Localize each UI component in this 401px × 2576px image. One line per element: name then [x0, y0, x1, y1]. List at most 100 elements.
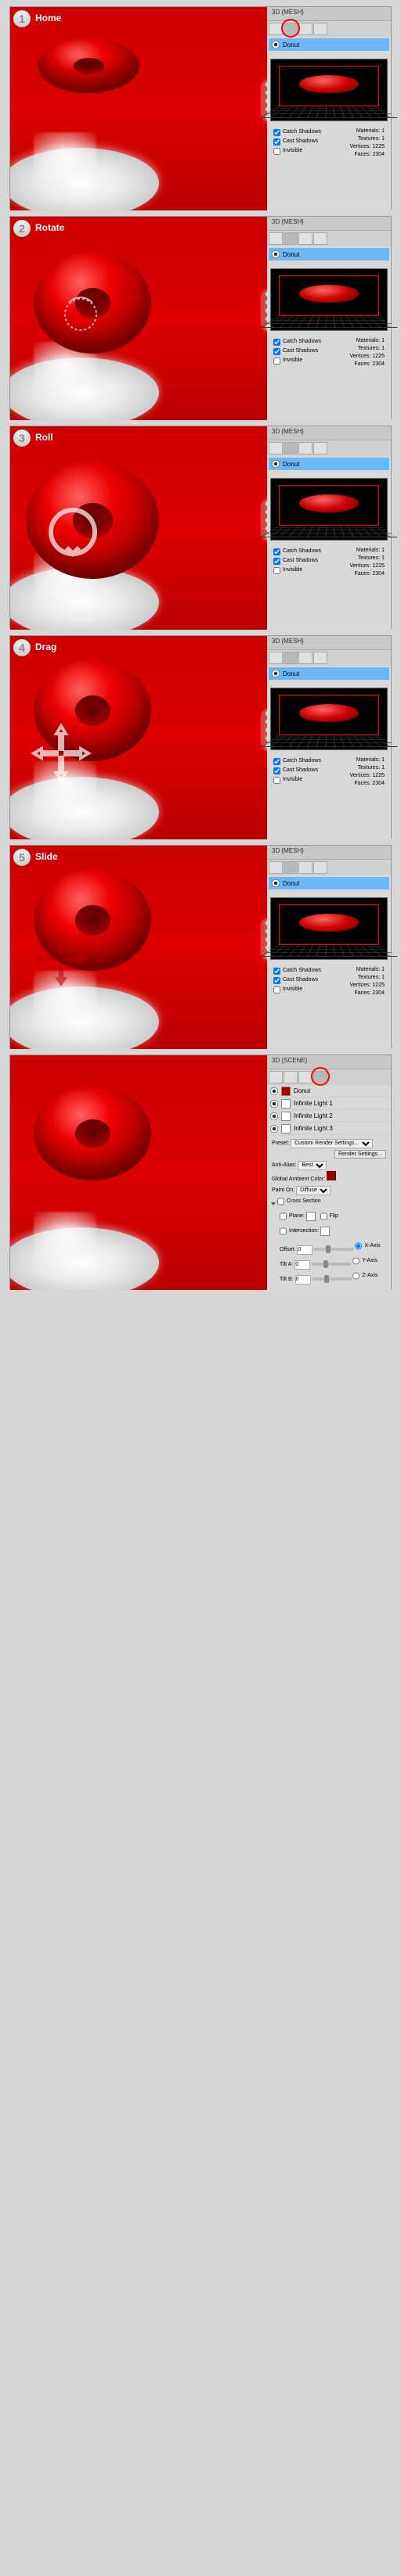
filter-lights-icon[interactable] [313, 23, 327, 35]
offset-input[interactable] [297, 1245, 312, 1255]
catch-shadows-checkbox[interactable]: Catch Shadows [273, 337, 329, 347]
filter-lights-icon[interactable] [313, 232, 327, 245]
visibility-eye-icon[interactable] [270, 1100, 278, 1108]
preview-3d[interactable] [270, 688, 388, 750]
tilt-b-input[interactable] [295, 1275, 311, 1284]
cast-shadows-checkbox[interactable]: Cast Shadows [273, 766, 329, 775]
mesh-stats: Materials: 1 Textures: 1 Vertices: 1225 … [329, 756, 385, 788]
panel-header [267, 1069, 391, 1085]
cast-shadows-checkbox[interactable]: Cast Shadows [273, 556, 329, 566]
filter-meshes-icon[interactable] [284, 232, 298, 245]
layer-row-2[interactable]: Infinite Light 2 [267, 1110, 391, 1123]
torus-object[interactable] [34, 1087, 151, 1180]
catch-shadows-checkbox[interactable]: Catch Shadows [273, 547, 329, 556]
mesh-item-donut[interactable]: Donut [269, 877, 389, 889]
filter-scene-icon[interactable] [269, 1071, 283, 1083]
catch-shadows-checkbox[interactable]: Catch Shadows [273, 966, 329, 975]
torus-object[interactable] [34, 869, 151, 971]
filter-scene-icon[interactable] [269, 652, 283, 664]
viewport-3d[interactable] [10, 846, 269, 1049]
invisible-checkbox[interactable]: Invisible [273, 146, 329, 156]
plane-checkbox[interactable]: Plane: [280, 1211, 305, 1222]
filter-meshes-icon[interactable] [284, 1071, 298, 1083]
layer-row-0[interactable]: Donut [267, 1085, 391, 1098]
filter-scene-icon[interactable] [269, 232, 283, 245]
filter-materials-icon[interactable] [298, 861, 312, 874]
visibility-eye-icon[interactable] [272, 41, 280, 49]
tilt-a-slider[interactable] [312, 1263, 351, 1266]
torus-object[interactable] [38, 38, 139, 93]
viewport-3d[interactable] [10, 217, 269, 420]
filter-meshes-icon[interactable] [284, 652, 298, 664]
filter-scene-icon[interactable] [269, 442, 283, 454]
filter-lights-icon[interactable] [313, 442, 327, 454]
plane-color-swatch[interactable] [306, 1212, 316, 1221]
viewport-3d[interactable] [10, 7, 269, 210]
invisible-checkbox[interactable]: Invisible [273, 356, 329, 365]
flip-checkbox[interactable]: Flip [320, 1211, 338, 1222]
panel-tab-label[interactable]: 3D {MESH} [267, 426, 391, 440]
paint-on-select[interactable]: Diffuse [296, 1186, 331, 1195]
cast-shadows-checkbox[interactable]: Cast Shadows [273, 137, 329, 146]
x-axis-radio[interactable]: X-Axis [355, 1241, 380, 1252]
visibility-eye-icon[interactable] [270, 1125, 278, 1133]
filter-materials-icon[interactable] [298, 652, 312, 664]
filter-meshes-icon[interactable] [284, 442, 298, 454]
catch-shadows-checkbox[interactable]: Catch Shadows [273, 128, 329, 137]
filter-materials-icon[interactable] [298, 23, 312, 35]
mesh-item-donut[interactable]: Donut [269, 248, 389, 260]
tilt-b-slider[interactable] [312, 1277, 352, 1281]
intersection-checkbox[interactable]: Intersection: [280, 1226, 319, 1237]
preview-3d[interactable] [270, 478, 388, 541]
ambient-color-swatch[interactable] [327, 1171, 336, 1180]
mesh-item-donut[interactable]: Donut [269, 458, 389, 470]
filter-lights-icon[interactable] [313, 652, 327, 664]
catch-shadows-checkbox[interactable]: Catch Shadows [273, 756, 329, 766]
preset-select[interactable]: Custom Render Settings... [291, 1139, 373, 1148]
disclosure-arrow-icon[interactable] [271, 1202, 276, 1205]
viewport-3d[interactable] [10, 636, 269, 839]
preview-3d[interactable] [270, 897, 388, 960]
visibility-eye-icon[interactable] [272, 250, 280, 258]
viewport-3d[interactable] [10, 426, 269, 630]
mesh-item-donut[interactable]: Donut [269, 38, 389, 51]
torus-object[interactable] [26, 462, 159, 579]
panel-tab-label[interactable]: 3D {MESH} [267, 217, 391, 231]
cross-section-checkbox[interactable]: Cross Section [277, 1196, 321, 1207]
cast-shadows-checkbox[interactable]: Cast Shadows [273, 347, 329, 356]
visibility-eye-icon[interactable] [272, 670, 280, 677]
layer-row-1[interactable]: Infinite Light 1 [267, 1098, 391, 1110]
invisible-checkbox[interactable]: Invisible [273, 566, 329, 575]
visibility-eye-icon[interactable] [270, 1112, 278, 1120]
visibility-eye-icon[interactable] [272, 879, 280, 887]
filter-scene-icon[interactable] [269, 861, 283, 874]
viewport-3d[interactable] [10, 1055, 269, 1290]
preview-torus [299, 704, 359, 722]
mesh-item-donut[interactable]: Donut [269, 667, 389, 680]
invisible-checkbox[interactable]: Invisible [273, 775, 329, 785]
filter-materials-icon[interactable] [298, 232, 312, 245]
preview-3d[interactable] [270, 59, 388, 121]
filter-meshes-icon[interactable] [284, 861, 298, 874]
offset-slider[interactable] [314, 1248, 353, 1251]
layer-row-3[interactable]: Infinite Light 3 [267, 1123, 391, 1135]
render-settings-button[interactable]: Render Settings... [334, 1150, 386, 1159]
panel-tab-label[interactable]: 3D {MESH} [267, 636, 391, 650]
layer-name: Donut [294, 1087, 310, 1094]
filter-materials-icon[interactable] [298, 442, 312, 454]
visibility-eye-icon[interactable] [270, 1087, 278, 1095]
panel-tab-label[interactable]: 3D {SCENE} [267, 1055, 391, 1069]
visibility-eye-icon[interactable] [272, 460, 280, 468]
y-axis-radio[interactable]: Y-Axis [352, 1256, 378, 1266]
torus-object[interactable] [34, 659, 151, 761]
intersection-color-swatch[interactable] [320, 1227, 330, 1236]
preview-3d[interactable] [270, 268, 388, 331]
anti-alias-select[interactable]: Best [298, 1161, 327, 1170]
tilt-a-input[interactable] [294, 1260, 310, 1270]
filter-lights-icon[interactable] [313, 861, 327, 874]
panel-tab-label[interactable]: 3D {MESH} [267, 846, 391, 860]
z-axis-radio[interactable]: Z-Axis [352, 1270, 378, 1281]
torus-object[interactable] [34, 252, 151, 354]
invisible-checkbox[interactable]: Invisible [273, 985, 329, 994]
cast-shadows-checkbox[interactable]: Cast Shadows [273, 975, 329, 985]
